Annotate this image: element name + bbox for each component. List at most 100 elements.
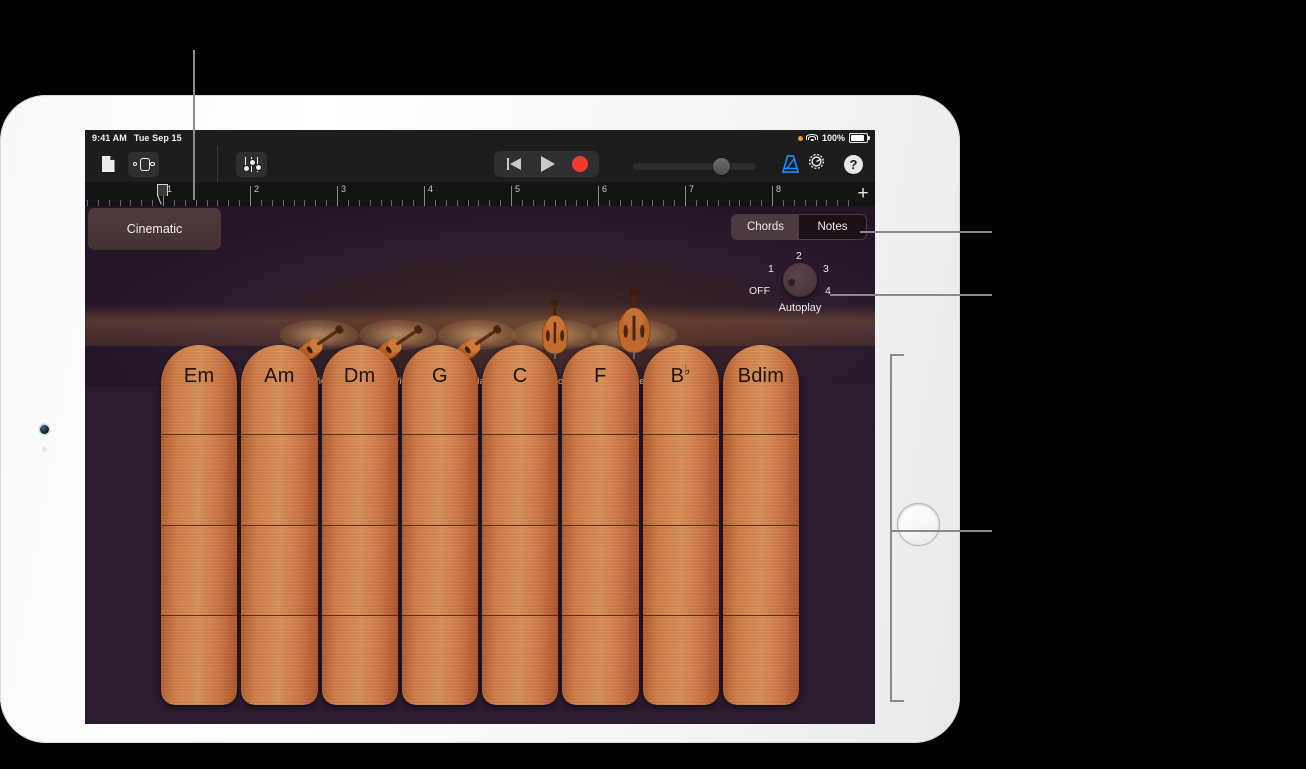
volume-slider-thumb[interactable] [713,158,730,175]
callout-line-track-header [193,50,195,200]
chord-strip-cell[interactable] [161,435,238,526]
home-button[interactable] [898,504,939,545]
metronome-icon [781,155,800,173]
tab-notes[interactable]: Notes [799,215,866,239]
chord-strip-cell[interactable] [241,615,318,705]
chord-strip-cell[interactable] [401,525,478,616]
autoplay-control[interactable]: OFF 1 2 3 4 Autoplay [733,245,867,320]
ruler-bar-number: 7 [689,184,695,194]
chord-strip[interactable]: Em [161,345,238,705]
play-button[interactable] [530,151,563,177]
chord-label: G [431,365,448,387]
chord-strip-cell[interactable] [321,615,398,705]
metronome-button[interactable] [780,154,801,174]
chord-strip-cell[interactable] [642,615,719,705]
autoplay-option-1[interactable]: 1 [768,263,774,275]
chord-label: Dm [343,365,376,387]
autoplay-option-3[interactable]: 3 [823,263,829,275]
record-dot-icon [797,135,803,141]
ruler-bar-number: 6 [602,184,608,194]
chord-strip-cell[interactable]: G [401,345,478,436]
chord-strip-cell[interactable]: C [482,345,559,436]
chord-strip[interactable]: C [482,345,559,705]
chord-strip[interactable]: Am [241,345,318,705]
chord-label: B♭ [670,362,691,387]
chord-strip-cell[interactable] [562,525,639,616]
chord-label: F [594,365,607,387]
ruler-bar-number: 8 [776,184,782,194]
help-button[interactable]: ? [844,154,863,174]
rewind-button[interactable] [497,151,530,177]
status-bar-right: 100% [797,133,870,143]
chord-strip-cell[interactable] [401,615,478,705]
chord-strip-cell[interactable]: Dm [321,345,398,436]
mixer-button[interactable] [236,151,267,177]
chord-strip-cell[interactable] [241,435,318,526]
callout-line-strips [890,530,992,532]
chord-strip-cell[interactable] [161,615,238,705]
add-section-button[interactable]: + [853,184,873,205]
chord-label: Em [183,365,215,387]
chord-strip-cell[interactable] [722,525,799,616]
track-header[interactable]: Cinematic [88,208,221,250]
chord-strip-cell[interactable] [722,615,799,705]
callout-bracket-strips [890,354,892,702]
ruler-bar-number: 5 [515,184,521,194]
chord-strip-cell[interactable]: B♭ [642,345,719,436]
autoplay-option-2[interactable]: 2 [796,250,802,262]
chord-strip-cell[interactable] [482,615,559,705]
status-bar-left: 9:41 AM Tue Sep 15 [92,133,182,143]
battery-percent: 100% [821,133,845,143]
chord-strip[interactable]: G [401,345,478,705]
ruler-bar-number: 2 [254,184,260,194]
tab-chords[interactable]: Chords [732,215,799,239]
play-icon [541,156,555,172]
ruler-bar-number: 3 [341,184,347,194]
chord-strip-cell[interactable] [161,525,238,616]
chord-strip-cell[interactable]: Bdim [722,345,799,436]
chord-accidental: ♭ [684,362,691,378]
chord-strip[interactable]: F [562,345,639,705]
cells-icon [132,157,155,171]
chord-strip-cell[interactable] [321,525,398,616]
status-date: Tue Sep 15 [133,133,182,143]
callout-bracket-bot-tick [890,700,904,702]
rewind-icon [506,158,521,170]
chord-strip[interactable]: Dm [321,345,398,705]
status-bar: 9:41 AM Tue Sep 15 100% [85,130,875,146]
chord-strip[interactable]: B♭ [642,345,719,705]
playhead-marker[interactable] [157,184,170,205]
callout-bracket-top-tick [890,354,904,356]
chord-label: Am [264,365,295,387]
chord-strip[interactable]: Bdim [722,345,799,705]
chord-strip-cell[interactable] [482,435,559,526]
chord-strip-cell[interactable] [482,525,559,616]
chord-strips-container: Em Am Dm G C F B♭ Bdim [161,345,799,705]
chord-strip-cell[interactable]: Am [241,345,318,436]
chord-strip-cell[interactable] [562,435,639,526]
chord-strip-cell[interactable] [722,435,799,526]
loop-browser-button[interactable] [128,151,159,177]
chord-strip-cell[interactable] [241,525,318,616]
browser-button[interactable] [97,152,119,177]
toolbar-right-group: ? [807,146,863,182]
chord-label: Bdim [737,365,785,387]
chord-strip-cell[interactable] [642,435,719,526]
autoplay-option-off[interactable]: OFF [749,285,770,297]
battery-icon [849,133,870,143]
chord-strip-cell[interactable] [321,435,398,526]
volume-slider[interactable] [633,158,756,175]
chord-strip-cell[interactable] [562,615,639,705]
chord-strip-cell[interactable]: Em [161,345,238,436]
timeline-ruler[interactable]: 12345678 + [85,182,875,206]
chords-notes-toggle[interactable]: Chords Notes [731,214,867,240]
chord-strip-cell[interactable] [642,525,719,616]
settings-button[interactable] [807,152,826,176]
ruler-bar-number: 4 [428,184,434,194]
chord-strip-cell[interactable]: F [562,345,639,436]
chord-label: C [512,365,528,387]
chord-strip-cell[interactable] [401,435,478,526]
front-camera-icon [40,425,49,434]
autoplay-knob[interactable] [783,263,817,297]
record-button[interactable] [563,151,596,177]
